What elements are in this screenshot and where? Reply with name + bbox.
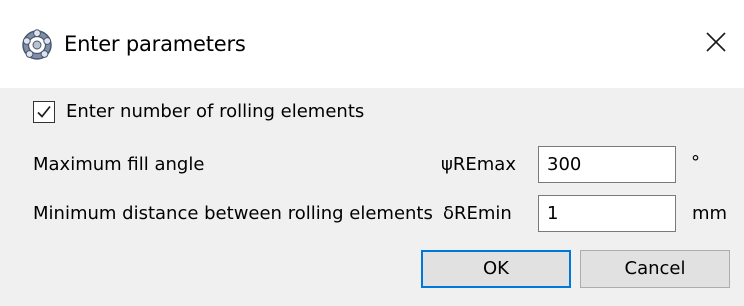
enter-parameters-dialog: Enter parameters Enter number of rolling… <box>0 0 744 306</box>
rolling-elements-checkbox[interactable] <box>33 101 55 123</box>
rolling-bearing-icon <box>21 28 53 60</box>
dialog-title: Enter parameters <box>64 32 246 56</box>
min-distance-symbol: δREmin <box>443 203 512 224</box>
close-button[interactable] <box>698 24 734 60</box>
max-fill-angle-symbol: ψREmax <box>441 154 516 175</box>
ok-button[interactable]: OK <box>421 250 571 288</box>
min-distance-label: Minimum distance between rolling element… <box>33 203 433 224</box>
min-distance-input[interactable] <box>538 195 676 232</box>
close-icon <box>706 32 726 52</box>
checkbox-label: Enter number of rolling elements <box>66 101 365 122</box>
checkmark-icon <box>37 105 51 118</box>
rolling-elements-checkbox-row[interactable]: Enter number of rolling elements <box>33 97 364 127</box>
min-distance-unit: mm <box>692 203 728 224</box>
max-fill-angle-unit: ° <box>691 152 700 173</box>
max-fill-angle-label: Maximum fill angle <box>33 154 205 175</box>
cancel-button[interactable]: Cancel <box>580 250 730 288</box>
title-bar: Enter parameters <box>0 0 744 88</box>
max-fill-angle-input[interactable] <box>538 146 676 183</box>
